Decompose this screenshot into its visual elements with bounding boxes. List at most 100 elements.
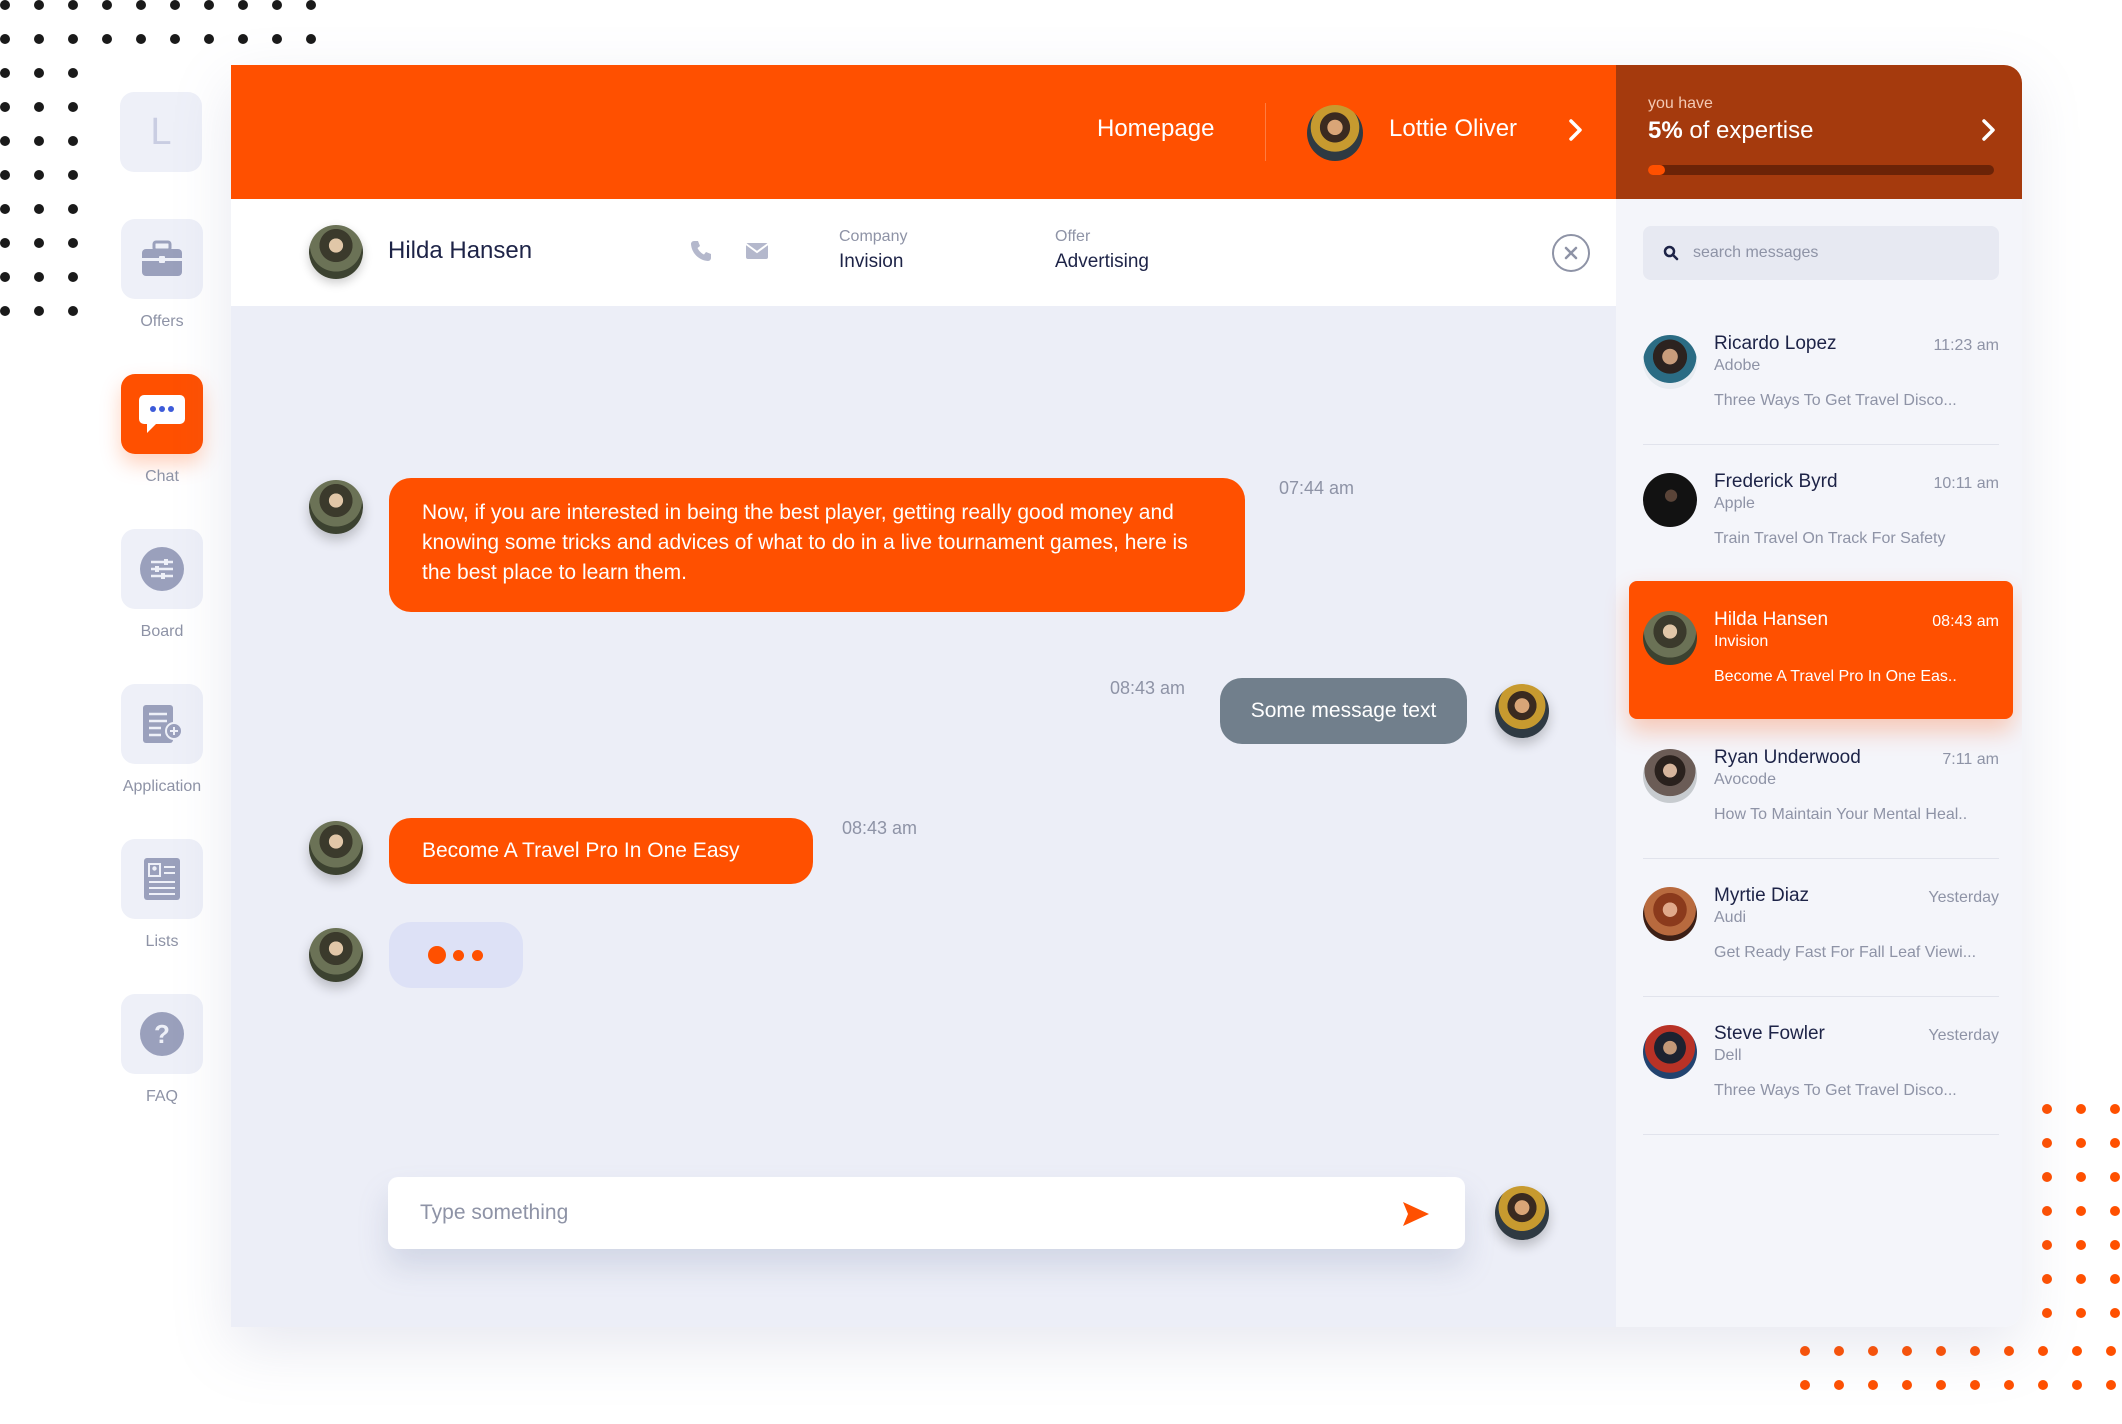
decorative-dot [2038,1380,2048,1390]
top-bar: Homepage Lottie Oliver [231,65,1616,199]
conversation-item[interactable]: Frederick Byrd Apple Train Travel On Tra… [1643,443,1999,581]
nav-tile-faq[interactable]: ? [121,994,203,1074]
conversation-time: 7:11 am [1942,751,1999,768]
expertise-suffix: of expertise [1689,117,1814,144]
nav-item-faq[interactable]: ? FAQ [120,994,204,1106]
avatar [1643,611,1697,665]
decorative-dot [34,102,44,112]
decorative-dot [204,0,214,10]
decorative-dot [2042,1240,2052,1250]
company-value: Invision [839,251,904,272]
send-icon[interactable] [1402,1201,1430,1227]
decorative-dot [2042,1206,2052,1216]
decorative-dot [2106,1346,2116,1356]
avatar [1643,749,1697,803]
message-avatar [309,928,363,982]
decorative-dot [2110,1240,2120,1250]
search-input[interactable] [1693,240,1983,266]
decorative-dot [170,0,180,10]
conversation-time: 10:11 am [1933,475,1999,492]
conversation-time: Yesterday [1928,889,1999,906]
decorative-dot [68,272,78,282]
message-input[interactable] [420,1197,1320,1229]
contact-name: Hilda Hansen [388,237,533,264]
decorative-dot [2076,1138,2086,1148]
conversation-company: Invision [1714,633,1769,650]
nav-label-lists: Lists [145,933,179,950]
chevron-right-icon[interactable] [1980,117,1998,143]
divider [1643,1134,1999,1135]
search-box [1643,226,1999,280]
chat-area: Now, if you are interested in being the … [231,306,1616,1327]
conversation-time: Yesterday [1928,1027,1999,1044]
decorative-dot [1868,1380,1878,1390]
nav-tile-lists[interactable] [121,839,203,919]
nav-label-offers: Offers [140,313,184,330]
nav-tile-application[interactable] [121,684,203,764]
decorative-dot [204,34,214,44]
decorative-dot [34,68,44,78]
decorative-dot [68,0,78,10]
briefcase-icon [142,240,182,276]
nav-item-offers[interactable]: Offers [120,219,204,331]
decorative-dot [2042,1308,2052,1318]
decorative-dot [0,306,10,316]
conversation-name: Ricardo Lopez [1714,333,1837,354]
decorative-dot [1800,1380,1810,1390]
decorative-dot [136,0,146,10]
decorative-dot [1868,1346,1878,1356]
decorative-dot [2042,1104,2052,1114]
nav-item-board[interactable]: Board [120,529,204,641]
current-user-avatar[interactable] [1307,105,1363,161]
decorative-dot [2076,1308,2086,1318]
decorative-dot [238,34,248,44]
decorative-dot [34,272,44,282]
decorative-dot [0,68,10,78]
conversation-item[interactable]: Myrtie Diaz Audi Get Ready Fast For Fall… [1643,857,1999,995]
decorative-dot [136,34,146,44]
typing-indicator [389,922,523,988]
nav-item-application[interactable]: Application [120,684,204,796]
nav-item-lists[interactable]: Lists [120,839,204,951]
conversation-item[interactable]: Ricardo Lopez Adobe Three Ways To Get Tr… [1643,305,1999,443]
phone-icon[interactable] [689,239,713,263]
expertise-percent: 5% [1648,117,1683,144]
decorative-dot [0,204,10,214]
close-icon [1564,246,1578,260]
message-avatar [309,821,363,875]
message-bubble: Become A Travel Pro In One Easy [389,818,813,884]
decorative-dot [170,34,180,44]
mail-icon[interactable] [745,241,769,261]
nav-tile-board[interactable] [121,529,203,609]
decorative-dot [0,136,10,146]
homepage-link[interactable]: Homepage [1097,115,1214,143]
decorative-dot [272,34,282,44]
decorative-dot [68,204,78,214]
decorative-dot [0,238,10,248]
current-user-name[interactable]: Lottie Oliver [1389,115,1517,143]
conversation-name: Steve Fowler [1714,1023,1825,1044]
conversation-list-panel: Ricardo Lopez Adobe Three Ways To Get Tr… [1616,199,2022,1327]
decorative-dot [2042,1138,2052,1148]
decorative-dot [2106,1380,2116,1390]
close-conversation-button[interactable] [1552,234,1590,272]
decorative-dot [2038,1346,2048,1356]
conversation-time: 11:23 am [1933,337,1999,354]
decorative-dot [1902,1346,1912,1356]
conversation-item-active[interactable]: Hilda Hansen Invision Become A Travel Pr… [1629,581,2013,719]
app-logo[interactable]: L [120,92,202,172]
expertise-headline: 5% of expertise [1648,117,1813,145]
top-divider [1265,103,1266,161]
nav-item-chat[interactable]: Chat [120,374,204,486]
nav-tile-offers[interactable] [121,219,203,299]
conversation-item[interactable]: Ryan Underwood Avocode How To Maintain Y… [1643,719,1999,857]
conversation-name: Ryan Underwood [1714,747,1861,768]
expertise-progress-fill [1648,165,1666,175]
conversation-company: Dell [1714,1047,1742,1064]
chevron-right-icon[interactable] [1567,117,1585,143]
decorative-dot [2110,1138,2120,1148]
typing-dot [472,950,483,961]
nav-tile-chat[interactable] [121,374,203,454]
expertise-panel[interactable]: you have 5% of expertise [1616,65,2022,199]
conversation-item[interactable]: Steve Fowler Dell Three Ways To Get Trav… [1643,995,1999,1133]
